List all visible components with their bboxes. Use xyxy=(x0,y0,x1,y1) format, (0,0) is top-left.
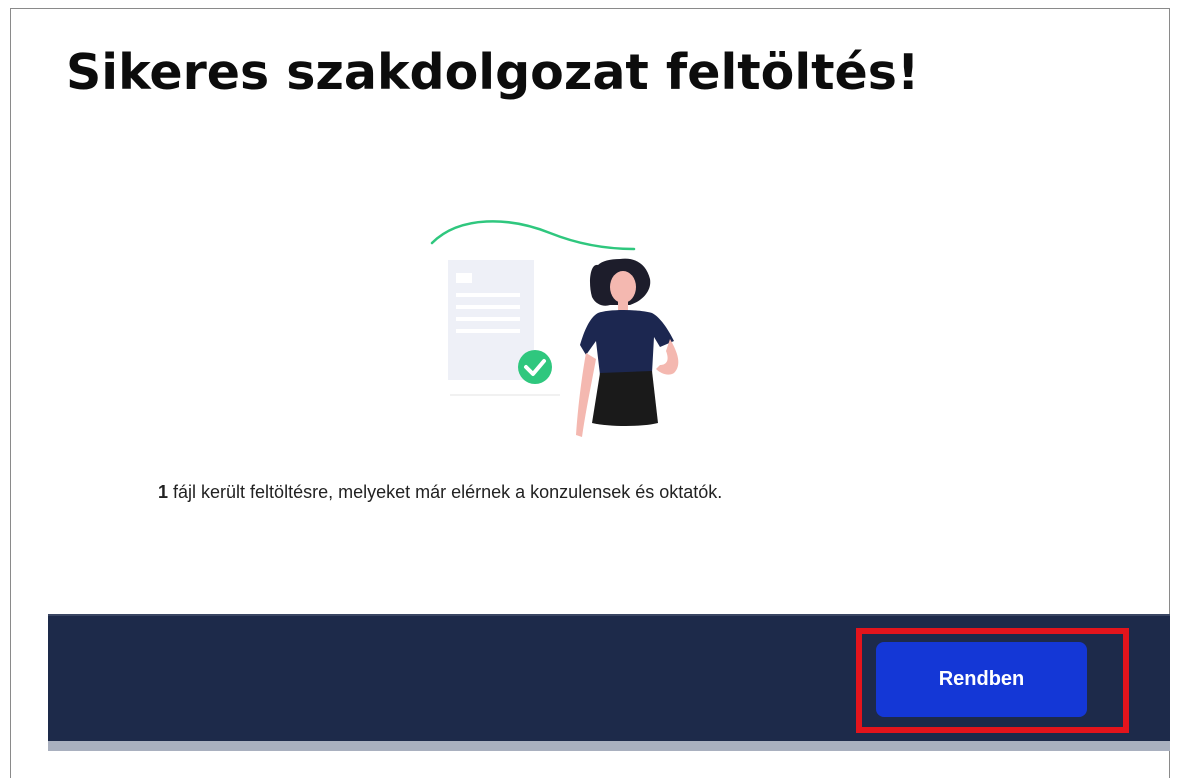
woman-figure xyxy=(576,258,679,437)
message-text: fájl került feltöltésre, melyeket már el… xyxy=(168,482,723,502)
file-count: 1 xyxy=(158,482,169,502)
upload-success-illustration xyxy=(430,220,679,437)
upload-message: 1 fájl került feltöltésre, melyeket már … xyxy=(158,482,722,503)
footer-bottom-strip xyxy=(48,741,1170,751)
wave-decoration xyxy=(430,220,636,251)
check-circle-icon xyxy=(518,350,552,384)
ok-button[interactable]: Rendben xyxy=(876,642,1087,717)
dialog-title: Sikeres szakdolgozat feltöltés! xyxy=(66,44,920,101)
